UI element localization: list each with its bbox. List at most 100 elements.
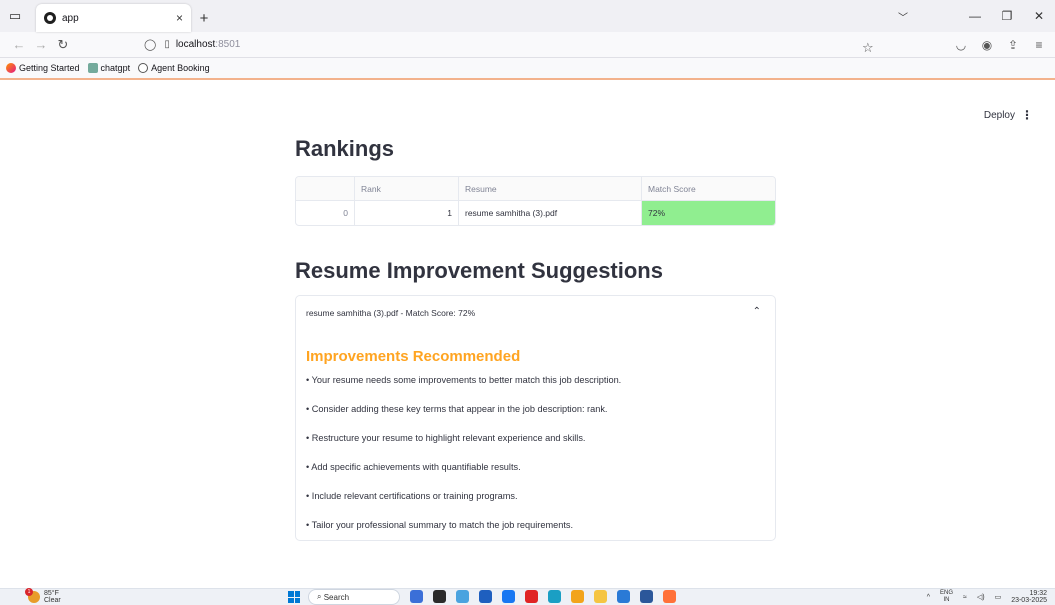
bookmarks-toolbar: Getting Started chatgpt Agent Booking <box>0 58 1055 80</box>
navigation-bar: ← → ↻ ◯ ▯ localhost:8501 <box>0 32 1055 58</box>
list-item: • Add specific achievements with quantif… <box>306 462 521 472</box>
firefox-taskbar-icon[interactable] <box>663 590 676 603</box>
menu-icon[interactable]: ≡ <box>1031 38 1047 52</box>
extensions-icon[interactable]: ⇪ <box>1005 38 1021 52</box>
sun-icon: 1 <box>25 588 40 603</box>
chatgpt-icon <box>87 63 98 73</box>
minimize-icon[interactable]: — <box>959 9 991 23</box>
lang-bottom: IN <box>943 597 950 603</box>
bookmark-chatgpt[interactable]: chatgpt <box>87 63 131 73</box>
file-explorer-icon[interactable] <box>594 590 607 603</box>
tray-chevron-icon[interactable]: ^ <box>927 594 930 601</box>
tab-bar: ▭ app × + ﹀ — ❐ ✕ <box>0 0 1055 32</box>
expander-header[interactable]: resume samhitha (3).pdf - Match Score: 7… <box>296 296 775 330</box>
pocket-icon[interactable]: ◡ <box>953 38 969 52</box>
url-bar[interactable]: ◯ ▯ localhost:8501 <box>144 34 864 56</box>
list-item: • Restructure your resume to highlight r… <box>306 433 586 443</box>
deploy-button[interactable]: Deploy <box>984 110 1015 121</box>
taskbar-apps <box>410 590 676 603</box>
account-icon[interactable]: ◉ <box>979 38 995 52</box>
tab-close-icon[interactable]: × <box>176 11 183 25</box>
clock-time: 19:32 <box>1029 590 1047 597</box>
browser-window: ▭ app × + ﹀ — ❐ ✕ ← → ↻ ◯ ▯ localhost:85… <box>0 0 1055 605</box>
store-icon[interactable] <box>479 590 492 603</box>
copilot-icon[interactable] <box>456 590 469 603</box>
bookmark-label: Agent Booking <box>151 63 210 73</box>
toolbar-icons: ◡ ◉ ⇪ ≡ <box>953 38 1047 52</box>
word-icon[interactable] <box>640 590 653 603</box>
bookmark-getting-started[interactable]: Getting Started <box>6 63 80 73</box>
tab-title: app <box>62 12 79 24</box>
list-item: • Tailor your professional summary to ma… <box>306 520 574 530</box>
column-header-match-score[interactable]: Match Score <box>642 177 775 201</box>
windows-taskbar: 1 85°F Clear ⌕ Search ^ ENG IN ≈ ◁) ▭ 19… <box>0 588 1055 605</box>
clock-date: 23-03-2025 <box>1011 597 1047 604</box>
youtube-icon[interactable] <box>525 590 538 603</box>
table-header-row: Rank Resume Match Score <box>296 177 775 201</box>
bookmark-label: chatgpt <box>100 63 131 73</box>
page-info-icon[interactable]: ▯ <box>164 39 170 50</box>
lang-top: ENG <box>939 590 953 596</box>
tracking-shield-icon[interactable]: ◯ <box>144 38 156 51</box>
resume-cell[interactable]: resume samhitha (3).pdf <box>459 201 642 225</box>
reload-icon[interactable]: ↻ <box>52 37 74 53</box>
chrome-icon[interactable] <box>571 590 584 603</box>
search-label: Search <box>323 592 350 602</box>
rankings-title: Rankings <box>295 136 395 161</box>
chevron-up-icon[interactable]: ⌃ <box>753 306 761 317</box>
taskbar-search[interactable]: ⌕ Search <box>308 589 400 605</box>
widgets-app-icon[interactable] <box>410 590 423 603</box>
active-tab[interactable]: app × <box>36 4 191 32</box>
language-indicator[interactable]: ENG IN <box>940 590 953 604</box>
weather-temp: 85°F <box>44 590 59 597</box>
expander-label: resume samhitha (3).pdf - Match Score: 7… <box>306 308 476 318</box>
clock[interactable]: 19:32 23-03-2025 <box>1011 590 1047 604</box>
vscode-icon[interactable] <box>617 590 630 603</box>
column-header-rank[interactable]: Rank <box>355 177 459 201</box>
wifi-icon[interactable]: ≈ <box>963 594 967 601</box>
list-item: • Your resume needs some improvements to… <box>306 375 622 385</box>
back-icon[interactable]: ← <box>8 37 30 52</box>
close-window-icon[interactable]: ✕ <box>1023 9 1055 23</box>
task-view-icon[interactable] <box>433 590 446 603</box>
facebook-icon[interactable] <box>502 590 515 603</box>
weather-badge: 1 <box>25 588 33 596</box>
system-tray: ^ ENG IN ≈ ◁) ▭ 19:32 23-03-2025 <box>927 590 1047 604</box>
window-controls: ﹀ — ❐ ✕ <box>887 0 1055 32</box>
resume-expander: resume samhitha (3).pdf - Match Score: 7… <box>295 295 776 541</box>
url-host: localhost <box>175 39 216 50</box>
edge-icon[interactable] <box>548 590 561 603</box>
main-menu-icon[interactable]: ⋮ <box>1021 108 1033 122</box>
improvements-heading: Improvements Recommended <box>306 348 521 365</box>
search-icon: ⌕ <box>317 592 324 601</box>
expander-body: Improvements Recommended • Your resume n… <box>296 330 775 557</box>
table-row: 0 1 resume samhitha (3).pdf 72% <box>296 201 775 225</box>
bookmark-agent-booking[interactable]: Agent Booking <box>138 63 210 73</box>
list-item: • Consider adding these key terms that a… <box>306 404 608 414</box>
column-header-resume[interactable]: Resume <box>459 177 642 201</box>
forward-icon[interactable]: → <box>30 37 52 52</box>
restore-icon[interactable]: ❐ <box>991 9 1023 23</box>
streamlit-favicon-icon <box>44 12 56 24</box>
windows-start-icon[interactable] <box>288 591 300 603</box>
tab-overflow-chevron-icon[interactable]: ﹀ <box>887 9 919 24</box>
tab-list-icon[interactable]: ▭ <box>0 0 30 32</box>
firefox-icon <box>6 63 16 73</box>
rank-cell[interactable]: 1 <box>355 201 459 225</box>
suggestions-title: Resume Improvement Suggestions <box>295 258 663 283</box>
column-header-index[interactable] <box>296 177 355 201</box>
list-item: • Include relevant certifications or tra… <box>306 491 518 501</box>
rankings-table[interactable]: Rank Resume Match Score 0 1 resume samhi… <box>295 176 776 226</box>
volume-icon[interactable]: ◁) <box>977 593 985 601</box>
battery-icon[interactable]: ▭ <box>995 593 1002 601</box>
url-port: :8501 <box>215 39 241 50</box>
match-score-cell[interactable]: 72% <box>642 201 775 225</box>
new-tab-button[interactable]: + <box>191 4 217 32</box>
row-index-cell[interactable]: 0 <box>296 201 355 225</box>
weather-widget[interactable]: 1 85°F Clear <box>25 588 61 604</box>
globe-icon <box>138 63 149 73</box>
bookmark-label: Getting Started <box>19 63 80 73</box>
bookmark-star-icon[interactable]: ☆ <box>862 40 874 56</box>
weather-desc: Clear <box>44 597 61 604</box>
streamlit-app: Deploy ⋮ Rankings Rank Resume Match Scor… <box>0 90 1055 558</box>
